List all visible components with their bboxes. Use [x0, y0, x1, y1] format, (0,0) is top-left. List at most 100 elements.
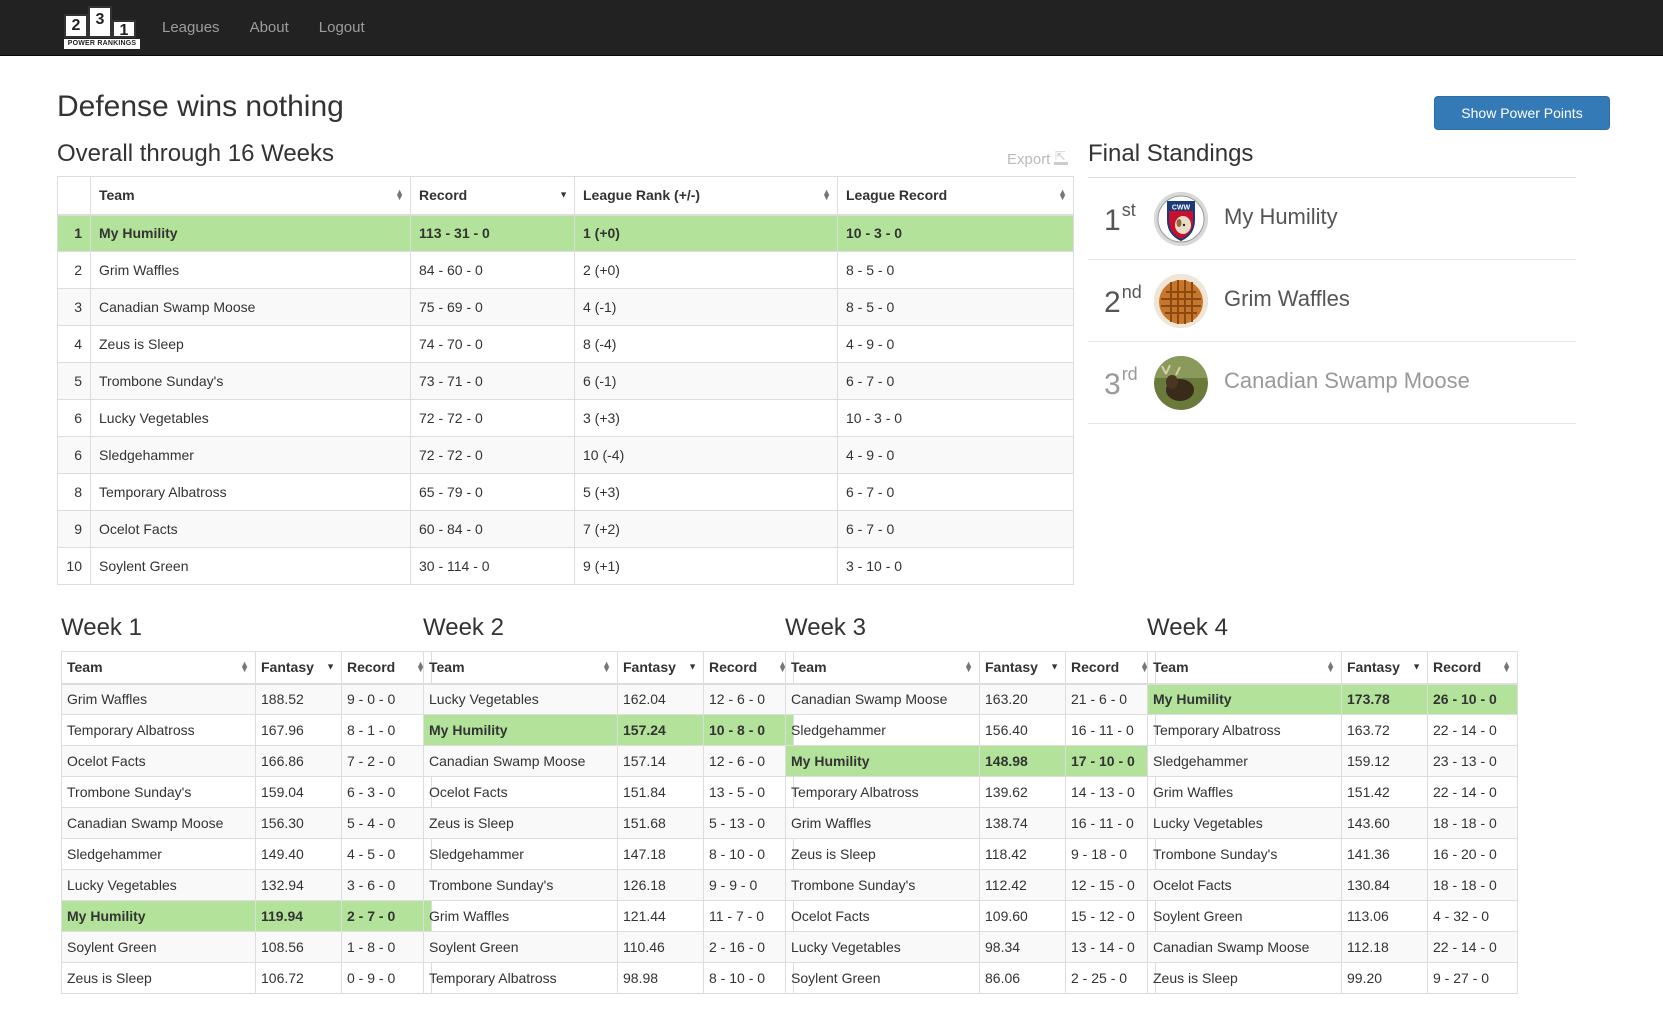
standing-team-name[interactable]: Grim Waffles: [1224, 286, 1350, 312]
team-cell[interactable]: Soylent Green: [90, 547, 411, 585]
rank-cell: 9: [57, 510, 91, 548]
week-col-record[interactable]: Record ▲ ▼: [1065, 651, 1156, 685]
team-cell[interactable]: Soylent Green: [1147, 900, 1342, 932]
team-cell[interactable]: Sledgehammer: [61, 838, 256, 870]
week-col-fantasy[interactable]: Fantasy ▼: [979, 651, 1066, 685]
overall-col-team[interactable]: Team ▲ ▼: [90, 176, 411, 216]
week-table-row: Zeus is Sleep 151.68 5 - 13 - 0: [423, 807, 794, 839]
team-cell[interactable]: Trombone Sunday's: [423, 869, 618, 901]
record-cell: 113 - 31 - 0: [410, 214, 575, 252]
record-cell: 16 - 11 - 0: [1065, 714, 1156, 746]
team-cell[interactable]: Grim Waffles: [423, 900, 618, 932]
team-cell[interactable]: Canadian Swamp Moose: [785, 683, 980, 715]
team-cell[interactable]: Sledgehammer: [785, 714, 980, 746]
record-cell: 4 - 32 - 0: [1427, 900, 1518, 932]
team-cell[interactable]: Lucky Vegetables: [90, 399, 411, 437]
nav-link-about[interactable]: About: [235, 0, 304, 56]
team-cell[interactable]: Soylent Green: [423, 931, 618, 963]
week-table-row: Lucky Vegetables 143.60 18 - 18 - 0: [1147, 807, 1518, 839]
team-cell[interactable]: Ocelot Facts: [61, 745, 256, 777]
week-col-team[interactable]: Team ▲ ▼: [785, 651, 980, 685]
record-cell: 30 - 114 - 0: [410, 547, 575, 585]
team-cell[interactable]: Sledgehammer: [1147, 745, 1342, 777]
sort-desc-icon: ▼: [688, 661, 697, 672]
team-cell[interactable]: Ocelot Facts: [90, 510, 411, 548]
show-power-points-button[interactable]: Show Power Points: [1434, 96, 1610, 130]
nav-link-logout[interactable]: Logout: [304, 0, 380, 56]
league-record-cell: 8 - 5 - 0: [837, 251, 1074, 289]
week-col-team[interactable]: Team ▲ ▼: [1147, 651, 1342, 685]
sort-desc-icon: ▼: [1050, 661, 1059, 672]
week-col-team[interactable]: Team ▲ ▼: [423, 651, 618, 685]
week-col-fantasy[interactable]: Fantasy ▼: [1341, 651, 1428, 685]
team-cell[interactable]: Soylent Green: [785, 962, 980, 994]
record-cell: 22 - 14 - 0: [1427, 776, 1518, 808]
week-2-title: Week 2: [423, 614, 504, 641]
standing-team-name[interactable]: My Humility: [1224, 204, 1338, 230]
team-cell[interactable]: Canadian Swamp Moose: [1147, 931, 1342, 963]
record-cell: 4 - 5 - 0: [341, 838, 432, 870]
team-cell[interactable]: Canadian Swamp Moose: [90, 288, 411, 326]
week-col-record[interactable]: Record ▲ ▼: [341, 651, 432, 685]
fantasy-cell: 143.60: [1341, 807, 1428, 839]
team-cell[interactable]: Temporary Albatross: [423, 962, 618, 994]
team-cell[interactable]: Sledgehammer: [90, 436, 411, 474]
team-cell[interactable]: Grim Waffles: [90, 251, 411, 289]
team-cell[interactable]: Zeus is Sleep: [423, 807, 618, 839]
fantasy-cell: 188.52: [255, 683, 342, 715]
team-cell[interactable]: Grim Waffles: [61, 683, 256, 715]
team-cell[interactable]: Zeus is Sleep: [785, 838, 980, 870]
team-cell[interactable]: Trombone Sunday's: [61, 776, 256, 808]
team-cell[interactable]: Ocelot Facts: [1147, 869, 1342, 901]
team-cell[interactable]: Lucky Vegetables: [785, 931, 980, 963]
team-cell[interactable]: Lucky Vegetables: [61, 869, 256, 901]
record-cell: 12 - 15 - 0: [1065, 869, 1156, 901]
team-cell[interactable]: Canadian Swamp Moose: [423, 745, 618, 777]
week-col-fantasy[interactable]: Fantasy ▼: [255, 651, 342, 685]
sort-icon: ▲ ▼: [1502, 659, 1511, 675]
team-cell[interactable]: Trombone Sunday's: [1147, 838, 1342, 870]
record-cell: 73 - 71 - 0: [410, 362, 575, 400]
export-button[interactable]: Export: [1007, 151, 1069, 168]
week-col-team[interactable]: Team ▲ ▼: [61, 651, 256, 685]
team-cell[interactable]: Zeus is Sleep: [61, 962, 256, 994]
team-cell[interactable]: Grim Waffles: [1147, 776, 1342, 808]
week-table-row: Trombone Sunday's 141.36 16 - 20 - 0: [1147, 838, 1518, 870]
week-col-fantasy[interactable]: Fantasy ▼: [617, 651, 704, 685]
team-cell[interactable]: Ocelot Facts: [785, 900, 980, 932]
record-cell: 5 - 13 - 0: [703, 807, 794, 839]
team-cell[interactable]: Zeus is Sleep: [1147, 962, 1342, 994]
overall-col-league-record[interactable]: League Record ▲ ▼: [837, 176, 1074, 216]
team-cell[interactable]: Soylent Green: [61, 931, 256, 963]
team-cell[interactable]: My Humility: [423, 714, 618, 746]
record-cell: 5 - 4 - 0: [341, 807, 432, 839]
team-cell[interactable]: Ocelot Facts: [423, 776, 618, 808]
fantasy-cell: 132.94: [255, 869, 342, 901]
team-cell[interactable]: Grim Waffles: [785, 807, 980, 839]
team-cell[interactable]: My Humility: [785, 745, 980, 777]
team-cell[interactable]: My Humility: [61, 900, 256, 932]
week-col-record[interactable]: Record ▲ ▼: [1427, 651, 1518, 685]
team-cell[interactable]: Lucky Vegetables: [1147, 807, 1342, 839]
team-cell[interactable]: Zeus is Sleep: [90, 325, 411, 363]
team-cell[interactable]: Temporary Albatross: [90, 473, 411, 511]
team-cell[interactable]: Temporary Albatross: [785, 776, 980, 808]
team-cell[interactable]: Sledgehammer: [423, 838, 618, 870]
team-cell[interactable]: Trombone Sunday's: [785, 869, 980, 901]
standing-team-name[interactable]: Canadian Swamp Moose: [1224, 368, 1470, 394]
team-cell[interactable]: Canadian Swamp Moose: [61, 807, 256, 839]
team-cell[interactable]: Lucky Vegetables: [423, 683, 618, 715]
nav-link-leagues[interactable]: Leagues: [147, 0, 235, 56]
team-cell[interactable]: My Humility: [1147, 683, 1342, 715]
power-rankings-logo[interactable]: 2 3 1 POWER RANKINGS: [64, 6, 142, 50]
week-col-record[interactable]: Record ▲ ▼: [703, 651, 794, 685]
overall-col-record[interactable]: Record ▼: [410, 176, 575, 216]
team-cell[interactable]: Trombone Sunday's: [90, 362, 411, 400]
league-record-cell: 6 - 7 - 0: [837, 510, 1074, 548]
rank-cell: 3: [57, 288, 91, 326]
team-cell[interactable]: Temporary Albatross: [61, 714, 256, 746]
overall-table-row: 5 Trombone Sunday's 73 - 71 - 06 (-1) 6 - 7…: [57, 362, 1074, 400]
team-cell[interactable]: Temporary Albatross: [1147, 714, 1342, 746]
team-cell[interactable]: My Humility: [90, 214, 411, 252]
overall-col-league-rank[interactable]: League Rank (+/-) ▲ ▼: [574, 176, 838, 216]
